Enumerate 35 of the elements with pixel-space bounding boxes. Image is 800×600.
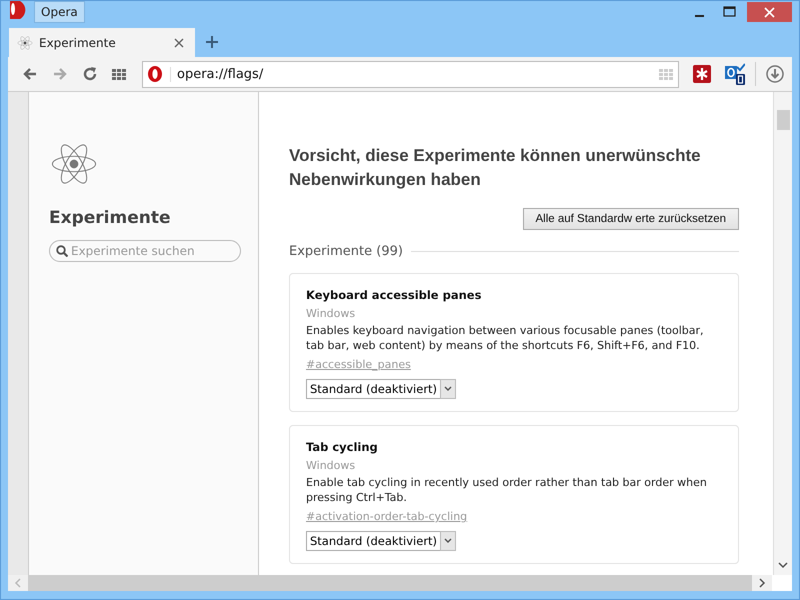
option-dropdown[interactable]: Standard (deaktiviert) (306, 379, 456, 399)
tab-title: Experimente (39, 36, 117, 50)
vertical-scrollbar[interactable] (773, 92, 792, 575)
experiment-description: Enables keyboard navigation between various focusable panes (toolbar, tab bar, web content) by means of the shortcuts F6, Shift+F6, and F10. (306, 323, 705, 353)
search-field[interactable]: Experimente suchen (49, 240, 241, 262)
scroll-thumb[interactable] (776, 110, 790, 130)
platform-label: Windows (306, 307, 356, 320)
experiment-title: Keyboard accessible panes (306, 288, 482, 302)
scroll-down-icon[interactable] (778, 561, 788, 569)
speed-dial-icon[interactable] (112, 68, 126, 80)
browser-tab[interactable]: Experimente (9, 28, 195, 57)
download-icon[interactable] (766, 65, 784, 83)
platform-label: Windows (306, 459, 356, 472)
opera-menu-button[interactable]: Opera (34, 1, 85, 23)
experiment-description: Enable tab cycling in recently used order rather than tab bar order when pressing Ctrl+Tab. (306, 475, 708, 505)
atom-icon (17, 34, 33, 50)
caret-icon (440, 531, 456, 551)
close-icon[interactable] (747, 2, 792, 22)
caret-icon (440, 379, 456, 399)
mail-extension-icon[interactable] (725, 63, 745, 85)
reset-all-button[interactable]: Alle auf Standardw erte zurücksetzen (522, 208, 739, 230)
asterisk-extension-icon[interactable] (693, 65, 711, 83)
address-bar[interactable]: opera://flags/ (142, 60, 679, 88)
scroll-right-icon[interactable] (758, 578, 766, 588)
section-title: Experimente (99) (289, 244, 403, 259)
experiment-title: Tab cycling (306, 440, 379, 454)
page-heading: Vorsicht, diese Experimente können unerwünschte Nebenwirkungen haben (289, 145, 702, 191)
back-icon[interactable] (22, 66, 38, 82)
plus-icon[interactable] (205, 35, 219, 49)
sidebar-title: Experimente (49, 208, 172, 228)
close-icon[interactable] (173, 36, 185, 48)
search-icon (56, 245, 68, 257)
option-dropdown[interactable]: Standard (deaktiviert) (306, 531, 456, 551)
opera-logo-icon (148, 66, 162, 82)
reload-icon[interactable] (82, 66, 98, 82)
